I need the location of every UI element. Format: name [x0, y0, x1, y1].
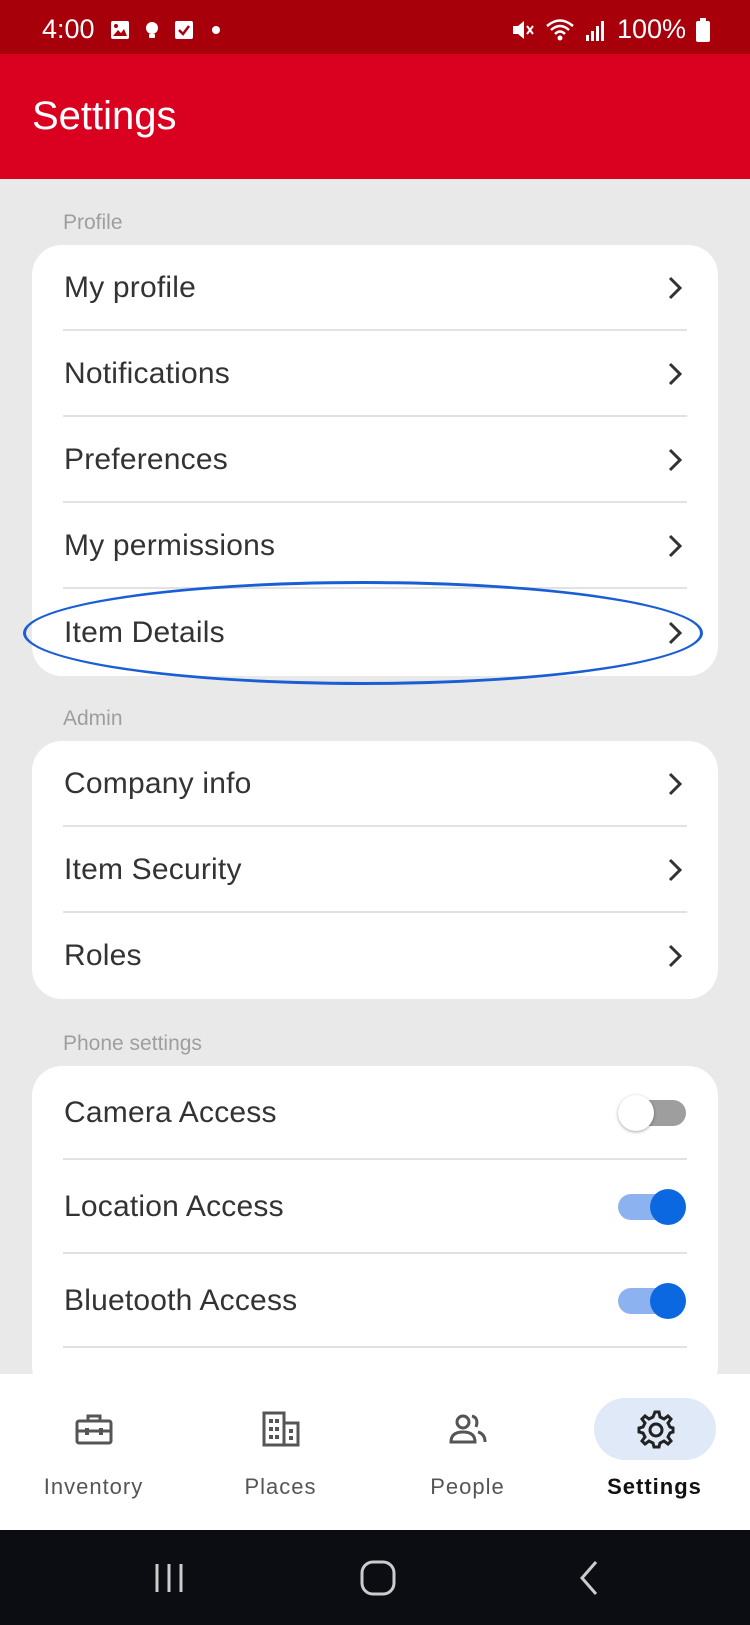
bulb-icon — [146, 22, 158, 38]
settings-item-my-profile[interactable]: My profile — [32, 245, 718, 331]
nav-tab-inventory[interactable]: Inventory — [0, 1374, 187, 1530]
settings-item-notifications[interactable]: Notifications — [32, 331, 718, 417]
settings-item-label: My profile — [64, 271, 197, 304]
settings-item-label: Camera Access — [64, 1096, 277, 1129]
chevron-right-icon — [668, 276, 683, 300]
section-label-profile: Profile — [63, 211, 123, 234]
status-bar: 4:00 100% — [0, 0, 750, 54]
settings-item-company-info[interactable]: Company info — [32, 741, 718, 827]
admin-card: Company info Item Security Roles — [32, 741, 718, 999]
toolbox-icon — [75, 1414, 112, 1445]
app-bar: Settings — [0, 54, 750, 179]
settings-item-item-security[interactable]: Item Security — [32, 827, 718, 913]
status-notification-icons — [110, 20, 226, 40]
status-time: 4:00 — [42, 14, 95, 44]
settings-item-item-details[interactable]: Item Details — [32, 589, 718, 676]
location-access-toggle[interactable] — [618, 1189, 686, 1225]
system-navigation-bar — [0, 1530, 750, 1625]
settings-item-label: Company info — [64, 767, 252, 800]
signal-icon — [585, 20, 604, 41]
recent-apps-icon[interactable] — [149, 1558, 189, 1598]
section-label-admin: Admin — [63, 707, 123, 730]
settings-item-roles[interactable]: Roles — [32, 913, 718, 999]
people-icon — [448, 1414, 486, 1444]
settings-item-camera-access[interactable]: Camera Access — [32, 1066, 718, 1160]
phone-settings-card: Camera Access Location Access Bluetooth … — [32, 1066, 718, 1396]
profile-card: My profile Notifications Preferences My … — [32, 245, 718, 676]
settings-item-label: Roles — [64, 939, 142, 972]
back-icon[interactable] — [570, 1558, 610, 1598]
settings-item-location-access[interactable]: Location Access — [32, 1160, 718, 1254]
bluetooth-access-toggle[interactable] — [618, 1283, 686, 1319]
settings-item-label: Location Access — [64, 1190, 284, 1223]
checkbox-icon — [175, 21, 193, 39]
nav-tab-settings[interactable]: Settings — [561, 1374, 748, 1530]
section-label-phone-settings: Phone settings — [63, 1032, 202, 1055]
nav-label: Settings — [607, 1474, 702, 1499]
battery-icon — [696, 17, 710, 42]
settings-item-bluetooth-access[interactable]: Bluetooth Access — [32, 1254, 718, 1348]
nav-label: Places — [244, 1474, 317, 1499]
nav-tab-people[interactable]: People — [374, 1374, 561, 1530]
settings-item-label: My permissions — [64, 529, 276, 562]
settings-item-label: Bluetooth Access — [64, 1284, 298, 1317]
wifi-icon — [546, 18, 574, 40]
camera-access-toggle[interactable] — [618, 1095, 686, 1131]
chevron-right-icon — [668, 772, 683, 796]
bottom-navigation: Inventory Places People Settings — [0, 1374, 750, 1530]
chevron-right-icon — [668, 944, 683, 968]
chevron-right-icon — [668, 621, 683, 644]
settings-item-preferences[interactable]: Preferences — [32, 417, 718, 503]
chevron-right-icon — [668, 858, 683, 882]
gear-icon — [637, 1410, 674, 1449]
status-system-icons: 100% — [509, 14, 710, 45]
page-title: Settings — [32, 94, 177, 138]
chevron-right-icon — [668, 534, 683, 558]
nav-label: Inventory — [43, 1474, 144, 1499]
settings-item-label: Item Details — [64, 615, 225, 649]
settings-item-label: Preferences — [64, 443, 228, 476]
building-icon — [262, 1411, 299, 1447]
dot-icon — [212, 26, 220, 34]
settings-item-label: Item Security — [64, 853, 242, 886]
mute-icon — [512, 20, 534, 39]
nav-tab-places[interactable]: Places — [187, 1374, 374, 1530]
battery-percent: 100% — [616, 14, 686, 44]
nav-label: People — [430, 1474, 505, 1499]
settings-item-my-permissions[interactable]: My permissions — [32, 503, 718, 589]
chevron-right-icon — [668, 362, 683, 386]
chevron-right-icon — [668, 448, 683, 472]
settings-item-label: Notifications — [64, 357, 231, 390]
home-icon[interactable] — [358, 1558, 398, 1598]
image-icon — [111, 21, 129, 39]
